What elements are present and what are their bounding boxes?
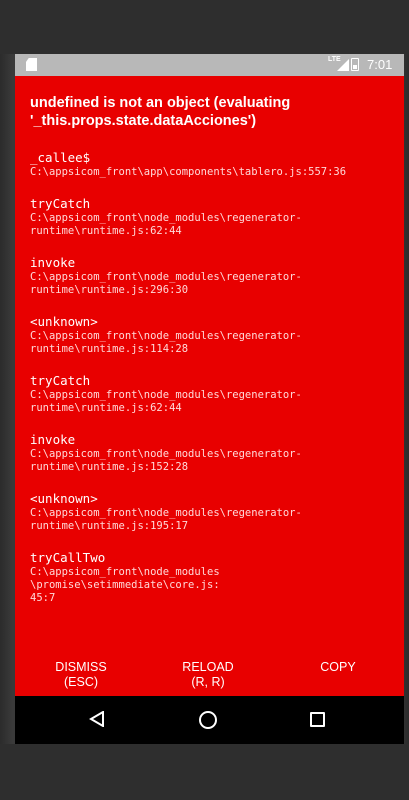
stack-frame[interactable]: invoke C:\appsicom_front\node_modules\reg… — [30, 255, 390, 297]
stack-frame-function: tryCatch — [30, 196, 91, 211]
stack-frame-path: C:\appsicom_front\node_modules\regenerat… — [30, 330, 302, 355]
recent-apps-square-icon[interactable] — [310, 712, 325, 727]
stack-frame-function: <unknown> — [30, 491, 98, 506]
stack-frame-function: invoke — [30, 432, 76, 447]
stack-frame-function: invoke — [30, 255, 76, 270]
copy-button[interactable]: COPY — [318, 660, 358, 675]
stack-frame-path: C:\appsicom_front\node_modules\regenerat… — [30, 507, 302, 532]
clock-time: 7:01 — [367, 57, 393, 72]
stack-frame[interactable]: tryCallTwo C:\appsicom_front\node_modules… — [30, 550, 390, 605]
stack-frame-function: tryCatch — [30, 373, 91, 388]
back-triangle-icon[interactable] — [89, 711, 105, 727]
phone-frame: LTE 7:01 undefined is not an object (eva… — [0, 0, 409, 800]
reload-button[interactable]: RELOAD (R, R) — [175, 660, 241, 690]
stack-frame-path: C:\appsicom_front\node_modules\regenerat… — [30, 389, 302, 414]
stack-frame-path: C:\appsicom_front\node_modules\regenerat… — [30, 448, 302, 473]
stack-frame[interactable]: invoke C:\appsicom_front\node_modules\reg… — [30, 432, 390, 474]
home-circle-icon[interactable] — [199, 711, 217, 729]
stack-frame[interactable]: tryCatch C:\appsicom_front\node_modules\r… — [30, 373, 390, 415]
stack-frame[interactable]: <unknown> C:\appsicom_front\node_modules\… — [30, 491, 390, 533]
status-bar: LTE 7:01 — [15, 54, 404, 76]
redbox-error-content: undefined is not an object (evaluating '… — [30, 94, 390, 605]
stack-frame-path: C:\appsicom_front\app\components\tablero… — [30, 166, 347, 178]
error-title: undefined is not an object (evaluating '… — [30, 95, 291, 129]
phone-bezel-bottom — [0, 744, 409, 800]
stack-frame-function: tryCallTwo — [30, 550, 106, 565]
stack-frame[interactable]: <unknown> C:\appsicom_front\node_modules\… — [30, 314, 390, 356]
stack-frame-function: <unknown> — [30, 314, 98, 329]
stack-frame[interactable]: _callee$ C:\appsicom_front\app\components… — [30, 150, 390, 179]
sd-card-icon — [26, 58, 37, 71]
stack-frame-path: C:\appsicom_front\node_modules \promise\… — [30, 566, 220, 604]
device-screen: LTE 7:01 undefined is not an object (eva… — [15, 54, 404, 744]
dismiss-button[interactable]: DISMISS (ESC) — [53, 660, 109, 690]
lte-signal-icon — [337, 59, 349, 71]
stack-frame[interactable]: tryCatch C:\appsicom_front\node_modules\r… — [30, 196, 390, 238]
redbox-actions: DISMISS (ESC) RELOAD (R, R) COPY — [15, 660, 404, 696]
stack-frame-function: _callee$ — [30, 150, 91, 165]
stack-trace: _callee$ C:\appsicom_front\app\components… — [30, 150, 390, 605]
navigation-bar — [15, 696, 404, 744]
stack-frame-path: C:\appsicom_front\node_modules\regenerat… — [30, 212, 302, 237]
battery-icon — [351, 58, 359, 71]
phone-bezel-top — [0, 0, 409, 54]
stack-frame-path: C:\appsicom_front\node_modules\regenerat… — [30, 271, 302, 296]
